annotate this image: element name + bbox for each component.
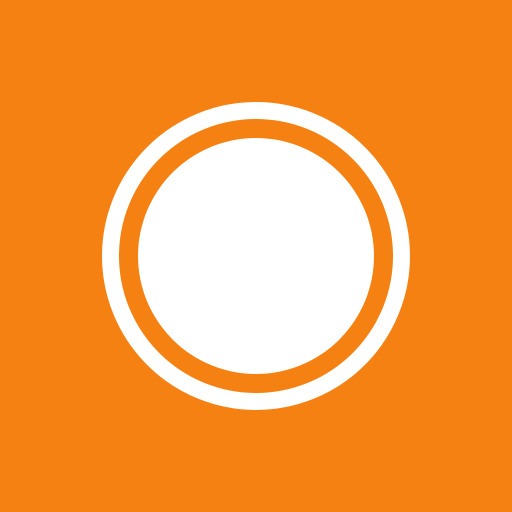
app-icon[interactable] (0, 0, 512, 512)
inner-disc (138, 138, 374, 374)
record-icon (102, 102, 410, 410)
